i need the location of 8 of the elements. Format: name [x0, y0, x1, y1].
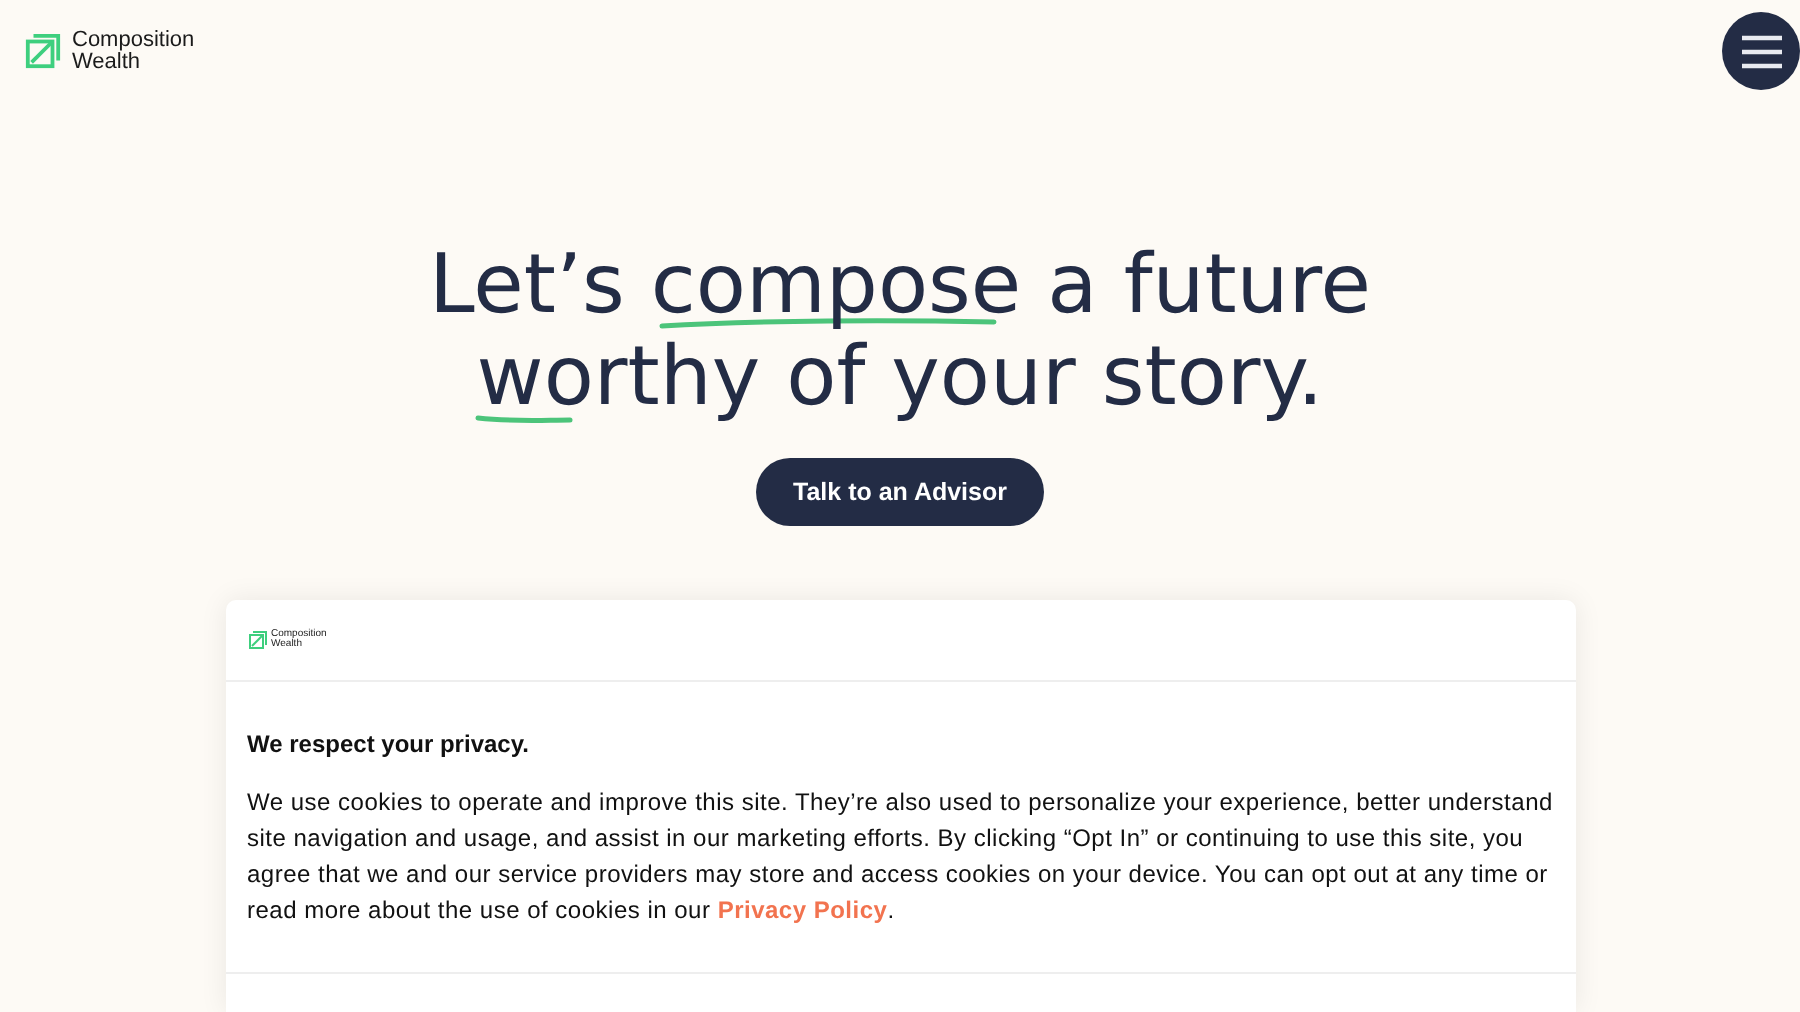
dialog-title: We respect your privacy. [247, 730, 531, 758]
logo-icon [247, 630, 267, 650]
logo-text: Composition Wealth [72, 29, 195, 73]
menu-button[interactable] [1722, 12, 1800, 90]
advisor-button[interactable]: Talk to an Advisor [755, 458, 1045, 526]
logo-icon [24, 32, 62, 70]
menu-icon [1739, 33, 1783, 69]
privacy-text: We use cookies to operate and improve this site. They’re also used to personalize your experience, better understand site navigation and usage, and assist in our marketing efforts. By clicking “Opt In” or continuing to use this site, you agree that we and our service providers may store and access cookies on your device. You can opt out at any time or read more about the use of cookies in our Privacy Policy. [247, 786, 1553, 928]
